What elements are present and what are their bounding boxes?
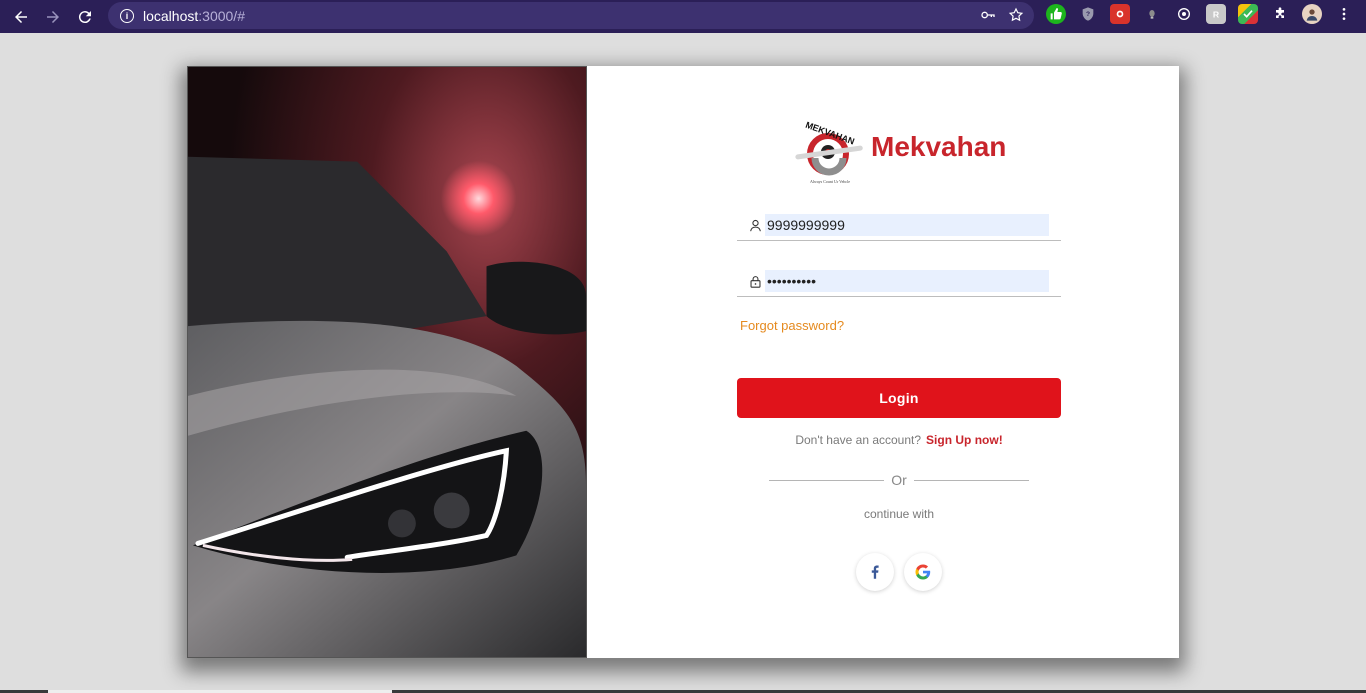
divider-line-left [769, 479, 885, 481]
brand-header: MEKVAHAN Always Count Ur Vehcle Mekvahan [793, 120, 1006, 186]
arrow-left-icon [15, 10, 27, 23]
continue-with-text: continue with [863, 507, 935, 521]
target-extension-icon[interactable] [1174, 4, 1194, 24]
key-icon[interactable] [980, 7, 996, 23]
forward-button[interactable] [37, 3, 69, 31]
facebook-icon [871, 565, 879, 579]
info-icon[interactable]: i [120, 8, 134, 23]
color-extension-icon[interactable] [1238, 4, 1258, 24]
or-text: Or [891, 472, 907, 488]
no-account-text: Don't have an account? [795, 433, 922, 447]
reload-icon [78, 10, 91, 23]
reload-button[interactable] [69, 3, 101, 31]
svg-text:?: ? [1086, 11, 1090, 18]
facebook-login-button[interactable] [856, 553, 894, 591]
username-field [737, 214, 1061, 241]
r-extension-icon[interactable]: R [1206, 4, 1226, 24]
profile-avatar-icon[interactable] [1302, 4, 1322, 24]
red-extension-icon[interactable] [1110, 4, 1130, 24]
extensions-bar: ? R [1046, 4, 1354, 24]
password-field [737, 270, 1061, 297]
social-login-group [856, 553, 942, 591]
more-menu-icon[interactable] [1334, 4, 1354, 24]
svg-text:R: R [1213, 9, 1220, 19]
login-button[interactable]: Login [737, 378, 1061, 418]
url-path: :3000/# [198, 7, 245, 24]
shield-extension-icon[interactable]: ? [1078, 4, 1098, 24]
google-login-button[interactable] [904, 553, 942, 591]
star-icon[interactable] [1008, 7, 1024, 23]
logo-tagline: Always Count Ur Vehcle [810, 179, 850, 184]
brand-logo: MEKVAHAN Always Count Ur Vehcle [793, 120, 867, 186]
car-hero-image [187, 66, 587, 658]
address-bar[interactable]: i localhost:3000/# [108, 2, 1034, 29]
divider-line-right [913, 479, 1029, 481]
browser-toolbar: i localhost:3000/# ? R [0, 0, 1366, 33]
bulb-extension-icon[interactable] [1142, 4, 1162, 24]
login-form-panel: MEKVAHAN Always Count Ur Vehcle Mekvahan… [587, 66, 1179, 658]
puzzle-extensions-icon[interactable] [1270, 4, 1290, 24]
login-card: MEKVAHAN Always Count Ur Vehcle Mekvahan… [187, 66, 1179, 658]
thumbs-up-extension-icon[interactable] [1046, 4, 1066, 24]
signup-link[interactable]: Sign Up now! [926, 433, 1003, 447]
forgot-password-link[interactable]: Forgot password? [740, 318, 844, 333]
back-button[interactable] [5, 3, 37, 31]
url-host: localhost [143, 7, 199, 24]
username-input[interactable] [765, 214, 1049, 236]
or-divider: Or [769, 472, 1029, 488]
lock-icon [745, 270, 765, 292]
brand-name: Mekvahan [871, 131, 1007, 162]
arrow-right-icon [47, 10, 59, 23]
google-icon [915, 564, 931, 580]
password-input[interactable] [765, 270, 1049, 292]
signup-row: Don't have an account? Sign Up now! [587, 433, 1179, 447]
user-icon [745, 214, 765, 236]
